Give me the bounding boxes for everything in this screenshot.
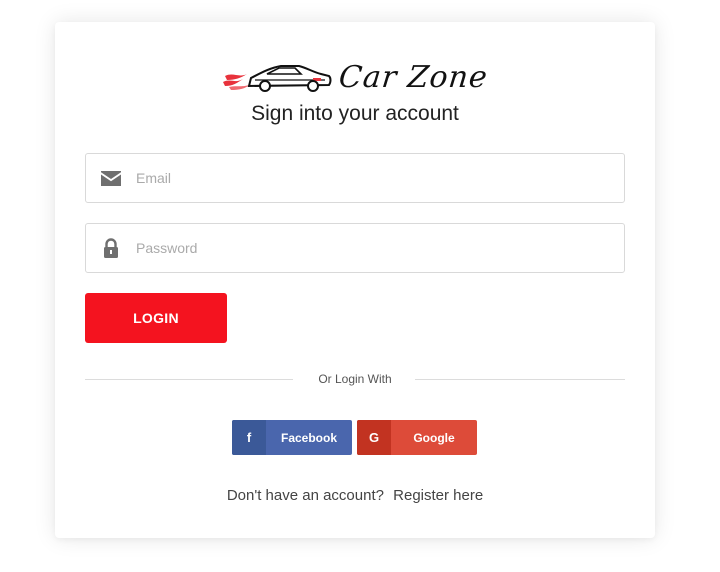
page-title: Sign into your account — [251, 102, 459, 125]
google-label: Google — [413, 430, 455, 445]
lock-icon — [86, 224, 136, 272]
password-input[interactable] — [136, 224, 624, 272]
login-card: Car Zone Sign into your account LOGIN Or… — [55, 22, 655, 538]
facebook-login-button[interactable]: f Facebook — [232, 420, 352, 455]
or-divider: Or Login With — [85, 372, 625, 392]
email-input[interactable] — [136, 154, 624, 202]
divider-line-right — [415, 379, 625, 380]
envelope-icon — [86, 154, 136, 202]
register-link[interactable]: Register here — [393, 487, 483, 504]
facebook-label: Facebook — [280, 430, 337, 445]
google-icon: G — [357, 420, 391, 455]
register-prompt: Don't have an account? Register here — [55, 487, 655, 504]
google-login-button[interactable]: G Google — [357, 420, 477, 455]
register-prompt-text: Don't have an account? — [226, 487, 384, 504]
brand-logo: Car Zone — [221, 58, 491, 96]
brand-name: Car Zone — [337, 59, 490, 95]
password-field-container — [85, 223, 625, 273]
car-flame-icon — [223, 65, 332, 92]
email-field-container — [85, 153, 625, 203]
facebook-icon: f — [232, 420, 266, 455]
login-button[interactable]: LOGIN — [85, 293, 227, 343]
